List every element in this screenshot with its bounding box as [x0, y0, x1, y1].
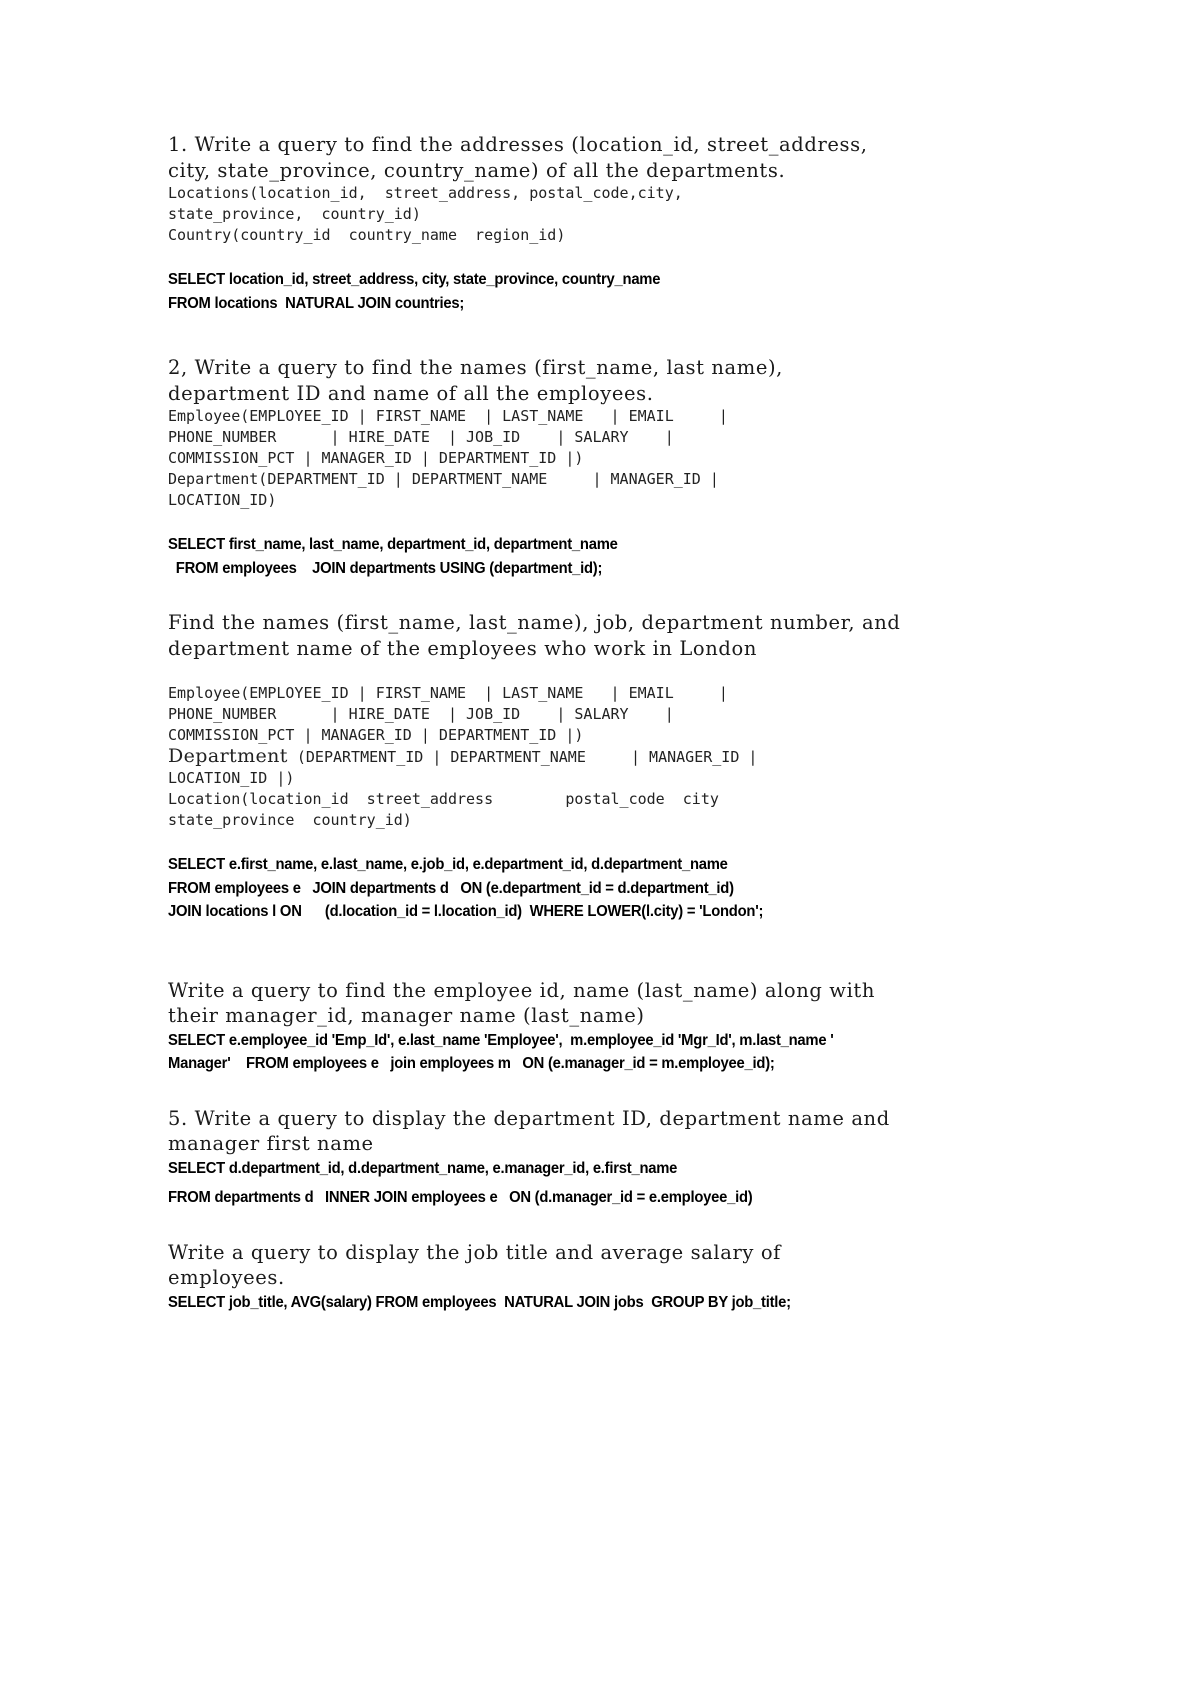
schema-line-q3-1: Employee(EMPLOYEE_ID | FIRST_NAME | LAST…: [168, 684, 728, 702]
section-q2: 2, Write a query to find the names (firs…: [168, 355, 938, 580]
question-text-q4: Write a query to find the employee id, n…: [168, 978, 876, 1028]
answer-line-q3-1: SELECT e.first_name, e.last_name, e.job_…: [168, 856, 728, 873]
schema-line-q2-1: Employee(EMPLOYEE_ID | FIRST_NAME | LAST…: [168, 407, 728, 425]
answer-line-q3-2: FROM employees e JOIN departments d ON (…: [168, 879, 734, 897]
answer-line-q2-2: FROM employees JOIN departments USING (d…: [168, 559, 603, 577]
schema-line-q2-3: COMMISSION_PCT | MANAGER_ID | DEPARTMENT…: [168, 449, 584, 467]
document-content: 1. Write a query to find the addresses (…: [168, 132, 938, 1314]
answer-line-q4-1: SELECT e.employee_id 'Emp_Id', e.last_na…: [168, 1031, 834, 1049]
answer-line-q1-1: SELECT location_id, street_address, city…: [168, 271, 661, 288]
schema-line-q2-4: Department(DEPARTMENT_ID | DEPARTMENT_NA…: [168, 470, 719, 488]
schema-line-q1-1: Locations(location_id, street_address, p…: [168, 184, 683, 202]
schema-table-name-department: Department: [168, 745, 288, 767]
document-page: 1. Write a query to find the addresses (…: [0, 0, 1200, 1697]
schema-line-q3-7: state_province country_id): [168, 811, 412, 829]
answer-line-q6-1: SELECT job_title, AVG(salary) FROM emplo…: [168, 1293, 791, 1311]
schema-line-q1-2: state_province, country_id): [168, 205, 421, 223]
section-q1: 1. Write a query to find the addresses (…: [168, 132, 938, 315]
schema-line-q3-3: COMMISSION_PCT | MANAGER_ID | DEPARTMENT…: [168, 726, 584, 744]
answer-line-q1-2: FROM locations NATURAL JOIN countries;: [168, 294, 465, 312]
section-q5: 5. Write a query to display the departme…: [168, 1106, 938, 1210]
schema-line-q3-5: LOCATION_ID |): [168, 769, 295, 787]
question-text-q1: 1. Write a query to find the addresses (…: [168, 133, 868, 182]
section-q3: Find the names (first_name, last_name), …: [168, 610, 938, 924]
answer-line-q4-2: Manager' FROM employees e join employees…: [168, 1055, 775, 1072]
schema-line-q2-5: LOCATION_ID): [168, 491, 277, 509]
answer-line-q3-3: JOIN locations l ON (d.location_id = l.l…: [168, 903, 764, 920]
section-q6: Write a query to display the job title a…: [168, 1240, 938, 1315]
question-text-q5: 5. Write a query to display the departme…: [168, 1106, 890, 1156]
schema-line-q1-3: Country(country_id country_name region_i…: [168, 226, 566, 244]
schema-line-q3-4: Department (DEPARTMENT_ID | DEPARTMENT_N…: [168, 746, 938, 768]
schema-line-q3-2: PHONE_NUMBER | HIRE_DATE | JOB_ID | SALA…: [168, 705, 674, 723]
question-text-q2: 2, Write a query to find the names (firs…: [168, 356, 783, 405]
schema-line-q3-4-rest: (DEPARTMENT_ID | DEPARTMENT_NAME | MANAG…: [287, 748, 758, 766]
section-q4: Write a query to find the employee id, n…: [168, 978, 938, 1076]
question-text-q3: Find the names (first_name, last_name), …: [168, 611, 901, 660]
answer-line-q2-1: SELECT first_name, last_name, department…: [168, 536, 618, 553]
answer-line-q5-2: FROM departments d INNER JOIN employees …: [168, 1189, 753, 1206]
schema-line-q3-6: Location(location_id street_address post…: [168, 790, 719, 808]
schema-line-q2-2: PHONE_NUMBER | HIRE_DATE | JOB_ID | SALA…: [168, 428, 674, 446]
answer-line-q5-1: SELECT d.department_id, d.department_nam…: [168, 1159, 678, 1177]
question-text-q6: Write a query to display the job title a…: [168, 1240, 781, 1290]
